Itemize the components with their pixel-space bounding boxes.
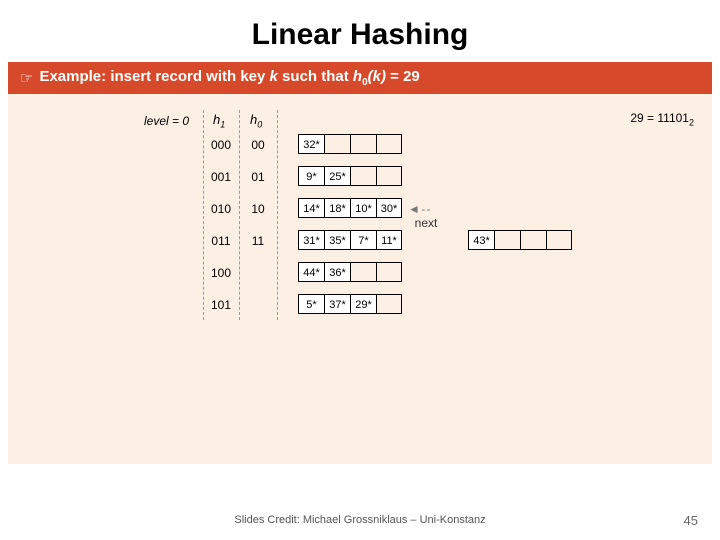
subtitle-val: = 29: [386, 68, 420, 85]
bucket-cell: [520, 230, 546, 250]
bucket-cell: 43*: [468, 230, 494, 250]
bucket-cell: 25*: [324, 166, 350, 186]
h0-value: 00: [242, 138, 274, 152]
subtitle-prefix: Example: insert record with key: [39, 68, 269, 85]
bucket-cell: 9*: [298, 166, 324, 186]
bucket: 32*: [298, 134, 402, 154]
bucket-cell: [376, 262, 402, 282]
bucket-cell: 29*: [350, 294, 376, 314]
bucket-cell: [376, 166, 402, 186]
binary-note-lhs: 29 = 11101: [630, 111, 689, 125]
subtitle-arg: (k): [368, 68, 386, 85]
bucket-cell: 18*: [324, 198, 350, 218]
divider-line: [239, 110, 240, 320]
bucket-cell: [494, 230, 520, 250]
bucket-cell: [376, 134, 402, 154]
hand-icon: ☞: [20, 69, 33, 87]
bucket-cell: [350, 166, 376, 186]
bucket-cell: 36*: [324, 262, 350, 282]
bucket: 9*25*: [298, 166, 402, 186]
h0-sub: 0: [257, 120, 262, 130]
binary-note: 29 = 111012: [630, 111, 694, 127]
subtitle-k: k: [270, 68, 278, 85]
bucket-cell: 30*: [376, 198, 402, 218]
slide-credit: Slides Credit: Michael Grossniklaus – Un…: [0, 514, 720, 526]
bucket-cell: 10*: [350, 198, 376, 218]
h0-value: 11: [242, 234, 274, 248]
bucket-cell: [350, 134, 376, 154]
slide-title: Linear Hashing: [0, 0, 720, 62]
bucket: 14*18*10*30*: [298, 198, 402, 218]
bucket-cell: 31*: [298, 230, 324, 250]
bucket-cell: [324, 134, 350, 154]
subtitle-h: h: [353, 68, 362, 85]
h0-header: h0: [250, 112, 262, 130]
overflow-bucket: 43*: [468, 230, 572, 250]
bucket-cell: 14*: [298, 198, 324, 218]
h1-value: 010: [205, 202, 237, 216]
level-label: level = 0: [144, 114, 189, 128]
example-subtitle: ☞ Example: insert record with key k such…: [8, 62, 712, 94]
h0-value: 10: [242, 202, 274, 216]
bucket-cell: 44*: [298, 262, 324, 282]
bucket-cell: [546, 230, 572, 250]
subtitle-mid: such that: [278, 68, 353, 85]
h1-sub: 1: [220, 120, 225, 130]
h1-value: 000: [205, 138, 237, 152]
bucket-cell: 7*: [350, 230, 376, 250]
divider-line: [277, 110, 278, 320]
h1-value: 100: [205, 266, 237, 280]
bucket: 5*37*29*: [298, 294, 402, 314]
page-number: 45: [684, 513, 698, 528]
h1-value: 101: [205, 298, 237, 312]
binary-note-sub: 2: [689, 117, 694, 127]
bucket-cell: [350, 262, 376, 282]
bucket-cell: 32*: [298, 134, 324, 154]
bucket-cell: 37*: [324, 294, 350, 314]
bucket-cell: [376, 294, 402, 314]
bucket-cell: 5*: [298, 294, 324, 314]
bucket: 31*35*7*11*: [298, 230, 402, 250]
bucket: 44*36*: [298, 262, 402, 282]
h1-value: 011: [205, 234, 237, 248]
bucket-cell: 11*: [376, 230, 402, 250]
next-pointer: ◄ - - next: [408, 202, 437, 230]
bucket-cell: 35*: [324, 230, 350, 250]
h1-header: h1: [213, 112, 225, 130]
divider-line: [203, 110, 204, 320]
h0-value: 01: [242, 170, 274, 184]
h1-value: 001: [205, 170, 237, 184]
diagram-area: level = 0 h1 h0 29 = 111012 0000032*0010…: [8, 94, 712, 464]
